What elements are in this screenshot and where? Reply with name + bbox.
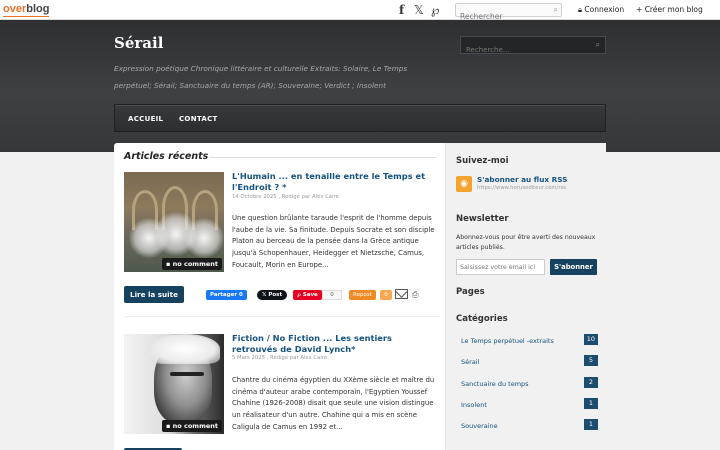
- read-more-button[interactable]: Lire la suite: [124, 286, 184, 303]
- blog-search: ⌕: [460, 36, 606, 58]
- comment-badge-label: no comment: [172, 260, 218, 268]
- category-item[interactable]: Sérail 5: [456, 354, 598, 375]
- comment-icon: ▪: [165, 422, 171, 430]
- login-link[interactable]: 🔒︎ Connexion: [578, 5, 624, 15]
- pinterest-icon: ℘: [297, 292, 301, 298]
- repost-button[interactable]: Repost: [349, 290, 376, 300]
- comment-badge[interactable]: ▪ no comment: [161, 420, 222, 432]
- overblog-search: ⌕: [455, 3, 562, 23]
- category-label: Le Temps perpétuel -extraits: [461, 337, 554, 345]
- section-rule: [210, 157, 436, 158]
- category-item[interactable]: Souveraine 1: [456, 418, 598, 439]
- category-count: 5: [584, 355, 598, 367]
- main-nav: ACCUEIL CONTACT: [114, 104, 606, 132]
- share-row: Lire la suite Partager 0 𝕏 Post ℘ Save 0…: [124, 286, 440, 304]
- category-label: Souveraine: [461, 422, 498, 431]
- category-label: Sérail: [461, 358, 480, 367]
- newsletter-email-input[interactable]: [456, 259, 545, 275]
- search-icon[interactable]: ⌕: [554, 5, 558, 15]
- email-icon[interactable]: [395, 289, 408, 299]
- pages-heading: Pages: [456, 287, 485, 297]
- newsletter-text: Abonnez-vous pour être averti des nouvea…: [456, 234, 596, 251]
- category-count: 1: [584, 419, 598, 431]
- facebook-share-label: Partager: [210, 292, 238, 298]
- facebook-icon[interactable]: f: [399, 3, 404, 17]
- category-count: 2: [584, 376, 598, 388]
- portrait-eyes: [170, 372, 204, 376]
- category-label: Insolent: [461, 400, 487, 409]
- facebook-share-button[interactable]: Partager 0: [206, 290, 247, 300]
- overblog-bar: overblog f 𝕏 ℘ ⌕ 🔒︎ Connexion + Créer mo…: [0, 0, 720, 23]
- comment-badge[interactable]: ▪ no comment: [161, 258, 222, 270]
- post-title[interactable]: Fiction / No Fiction ... Les sentiers re…: [232, 333, 439, 355]
- portrait-hair: [150, 334, 220, 364]
- content-card: Articles récents ▪ no comment L'Humain .…: [114, 143, 606, 450]
- post-meta: 5 Mars 2025 , Rédigé par Alex Caire: [232, 355, 328, 361]
- create-blog-label: Créer mon blog: [644, 5, 703, 14]
- x-icon: 𝕏: [262, 292, 267, 298]
- x-post-label: Post: [268, 292, 283, 298]
- pinterest-count: 0: [322, 290, 342, 300]
- categories-heading: Catégories: [456, 314, 508, 324]
- logo-part-blog: blog: [26, 3, 50, 15]
- post-excerpt: Une question brûlante taraude l'esprit d…: [232, 214, 435, 269]
- subscribe-button[interactable]: S'abonner: [550, 259, 597, 275]
- pinterest-save-label: Save: [302, 292, 318, 298]
- sidebar: Suivez-moi ◉ S'abonner au flux RSS https…: [445, 143, 606, 450]
- post-divider: [124, 316, 440, 317]
- main-column: Articles récents ▪ no comment L'Humain .…: [114, 143, 445, 450]
- post-thumbnail[interactable]: ▪ no comment: [124, 172, 224, 272]
- logo-underline: [3, 16, 50, 17]
- logo-part-over: over: [3, 3, 27, 15]
- nav-item-contact[interactable]: CONTACT: [179, 115, 218, 123]
- post-title[interactable]: L'Humain ... en tenaille entre le Temps …: [232, 171, 439, 193]
- login-label: Connexion: [584, 5, 625, 14]
- post-excerpt: Chantre du cinéma égyptien du XXème sièc…: [232, 376, 435, 431]
- rss-icon[interactable]: ◉: [456, 176, 472, 192]
- create-blog-link[interactable]: + Créer mon blog: [636, 5, 703, 14]
- category-item[interactable]: Sanctuaire du temps 2: [456, 376, 598, 397]
- section-title: Articles récents: [124, 151, 209, 162]
- x-post-button[interactable]: 𝕏 Post: [257, 290, 288, 300]
- comment-icon: ▪: [165, 260, 171, 268]
- post-meta: 14 Octobre 2025 , Rédigé par Alex Caire: [232, 194, 339, 200]
- print-icon[interactable]: ⎙: [412, 290, 418, 300]
- pinterest-icon[interactable]: ℘: [431, 3, 439, 17]
- category-item[interactable]: Le Temps perpétuel -extraits 10: [456, 333, 598, 354]
- category-label: Sanctuaire du temps: [461, 379, 529, 388]
- category-count: 1: [584, 397, 598, 409]
- blog-header: Sérail Expression poétique Chronique lit…: [0, 20, 720, 152]
- overblog-logo[interactable]: overblog: [3, 3, 50, 17]
- x-icon[interactable]: 𝕏: [414, 3, 424, 17]
- follow-heading: Suivez-moi: [456, 156, 509, 166]
- category-list: Le Temps perpétuel -extraits 10 Sérail 5…: [456, 333, 598, 439]
- repost-count: 0: [380, 290, 392, 300]
- nav-item-accueil[interactable]: ACCUEIL: [128, 115, 163, 123]
- newsletter-heading: Newsletter: [456, 214, 509, 224]
- pinterest-save-button[interactable]: ℘ Save: [293, 290, 322, 300]
- category-item[interactable]: Insolent 1: [456, 397, 598, 418]
- blog-title[interactable]: Sérail: [114, 34, 163, 52]
- plus-icon: +: [636, 5, 643, 14]
- facebook-share-count: 0: [238, 292, 243, 298]
- blog-description: Expression poétique Chronique littéraire…: [114, 64, 408, 90]
- rss-subscribe-link[interactable]: S'abonner au flux RSS: [477, 175, 567, 184]
- rss-url: https://www.horusediteur.com/rss: [477, 185, 567, 191]
- category-count: 10: [583, 334, 598, 345]
- lock-icon: 🔒︎: [578, 5, 582, 14]
- search-icon[interactable]: ⌕: [596, 40, 600, 50]
- blog-search-input[interactable]: [461, 42, 586, 58]
- comment-badge-label: no comment: [172, 422, 218, 430]
- post-thumbnail[interactable]: ▪ no comment: [124, 334, 224, 434]
- fountain-spray: [184, 218, 224, 258]
